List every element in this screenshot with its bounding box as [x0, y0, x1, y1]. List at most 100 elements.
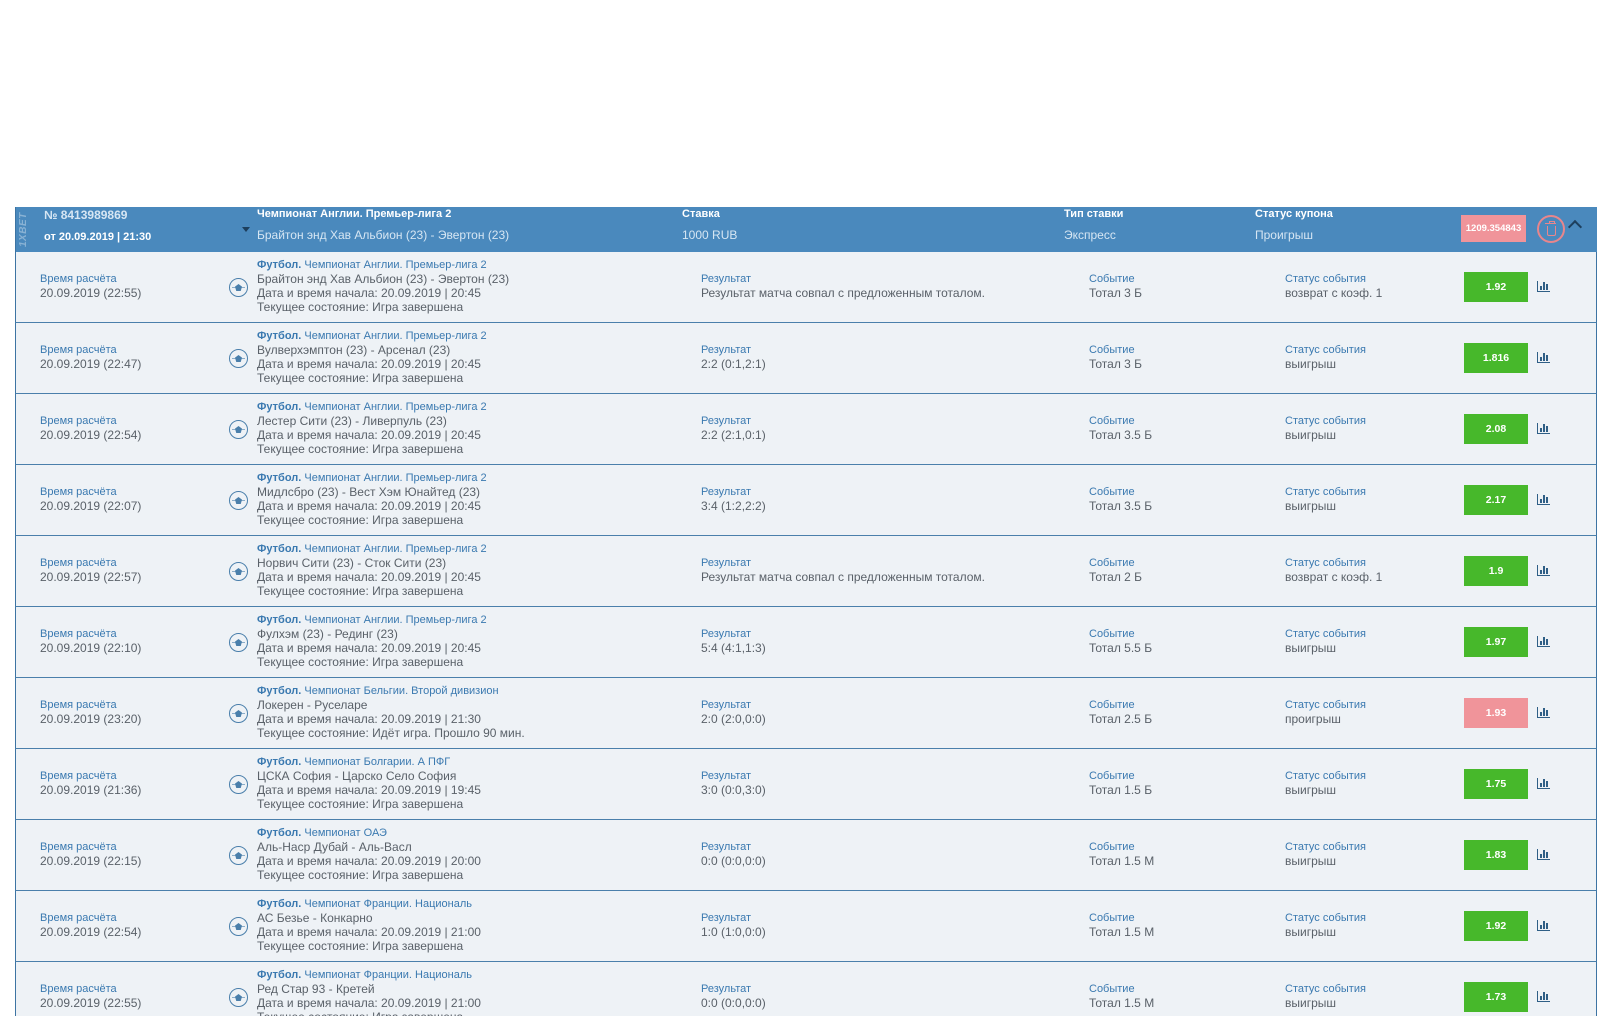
stats-chart-icon[interactable] — [1537, 707, 1550, 718]
match-name: Вулверхэмптон (23) - Арсенал (23) — [257, 343, 451, 357]
coefficient-badge: 1.816 — [1464, 343, 1528, 373]
stats-chart-icon[interactable] — [1537, 494, 1550, 505]
delete-button[interactable] — [1537, 215, 1565, 243]
stats-chart-icon[interactable] — [1537, 920, 1550, 931]
match-name: Локерен - Руселаре — [257, 698, 368, 712]
football-icon — [229, 775, 248, 794]
start-time: Дата и время начала: 20.09.2019 | 21:00 — [257, 925, 481, 939]
calc-time-value: 20.09.2019 (22:55) — [40, 996, 142, 1010]
league-line[interactable]: Футбол. Чемпионат Бельгии. Второй дивизи… — [257, 684, 677, 698]
sport-name: Футбол. — [257, 827, 302, 839]
event-status-label: Статус события — [1285, 628, 1366, 640]
event-value: Тотал 1.5 Б — [1089, 783, 1153, 797]
current-state: Текущее состояние: Игра завершена — [257, 584, 464, 598]
calc-time-value: 20.09.2019 (22:10) — [40, 641, 142, 655]
match-name: Мидлсбро (23) - Вест Хэм Юнайтед (23) — [257, 485, 481, 499]
event-status-label: Статус события — [1285, 912, 1366, 924]
calc-time-label: Время расчёта — [40, 273, 117, 285]
event-value: Тотал 3 Б — [1089, 286, 1143, 300]
event-status-value: выигрыш — [1285, 357, 1337, 371]
league-line[interactable]: Футбол. Чемпионат Англии. Премьер-лига 2 — [257, 400, 677, 414]
coefficient-badge: 1.92 — [1464, 272, 1528, 302]
coefficient-badge: 1.92 — [1464, 911, 1528, 941]
current-state: Текущее состояние: Игра завершена — [257, 300, 464, 314]
match-name: Лестер Сити (23) - Ливерпуль (23) — [257, 414, 447, 428]
result-label: Результат — [701, 415, 752, 427]
stats-chart-icon[interactable] — [1537, 281, 1550, 292]
sum-badge: 1209.354843 — [1461, 215, 1526, 242]
event-value: Тотал 3.5 Б — [1089, 499, 1153, 513]
football-icon — [229, 917, 248, 936]
stats-chart-icon[interactable] — [1537, 352, 1550, 363]
event-row: Время расчёта 20.09.2019 (22:10) Футбол.… — [15, 607, 1597, 678]
trash-icon — [1544, 220, 1556, 236]
event-status-value: выигрыш — [1285, 783, 1337, 797]
calc-time-value: 20.09.2019 (23:20) — [40, 712, 142, 726]
league-line[interactable]: Футбол. Чемпионат Франции. Националь — [257, 968, 677, 982]
league-line[interactable]: Футбол. Чемпионат ОАЭ — [257, 826, 677, 840]
calc-time-value: 20.09.2019 (21:36) — [40, 783, 142, 797]
league-name: Чемпионат Англии. Премьер-лига 2 — [304, 330, 487, 342]
calc-time-value: 20.09.2019 (22:57) — [40, 570, 142, 584]
league-name: Чемпионат Бельгии. Второй дивизион — [304, 685, 499, 697]
league-line[interactable]: Футбол. Чемпионат Франции. Националь — [257, 897, 677, 911]
event-value: Тотал 1.5 М — [1089, 996, 1155, 1010]
sport-name: Футбол. — [257, 472, 302, 484]
event-row: Время расчёта 20.09.2019 (21:36) Футбол.… — [15, 749, 1597, 820]
calc-time-value: 20.09.2019 (22:15) — [40, 854, 142, 868]
start-time: Дата и время начала: 20.09.2019 | 20:45 — [257, 357, 481, 371]
start-time: Дата и время начала: 20.09.2019 | 20:45 — [257, 428, 481, 442]
stats-chart-icon[interactable] — [1537, 849, 1550, 860]
league-line[interactable]: Футбол. Чемпионат Англии. Премьер-лига 2 — [257, 613, 677, 627]
league-name: Чемпионат Франции. Националь — [304, 898, 472, 910]
league-line[interactable]: Футбол. Чемпионат Англии. Премьер-лига 2 — [257, 258, 677, 272]
start-time: Дата и время начала: 20.09.2019 | 20:45 — [257, 570, 481, 584]
event-status-label: Статус события — [1285, 344, 1366, 356]
event-label: Событие — [1089, 415, 1135, 427]
football-icon — [229, 988, 248, 1007]
stats-chart-icon[interactable] — [1537, 636, 1550, 647]
league-line[interactable]: Футбол. Чемпионат Англии. Премьер-лига 2 — [257, 329, 677, 343]
event-value: Тотал 3 Б — [1089, 357, 1143, 371]
event-status-label: Статус события — [1285, 273, 1366, 285]
coupon-status-value: Проигрыш — [1255, 228, 1313, 242]
start-time: Дата и время начала: 20.09.2019 | 20:45 — [257, 641, 481, 655]
event-status-value: проигрыш — [1285, 712, 1341, 726]
event-row: Время расчёта 20.09.2019 (22:55) Футбол.… — [15, 962, 1597, 1016]
current-state: Текущее состояние: Игра завершена — [257, 442, 464, 456]
current-state: Текущее состояние: Игра завершена — [257, 868, 464, 882]
event-row: Время расчёта 20.09.2019 (22:07) Футбол.… — [15, 465, 1597, 536]
match-name: Брайтон энд Хав Альбион (23) - Эвертон (… — [257, 272, 510, 286]
result-value: 3:0 (0:0,3:0) — [701, 783, 766, 797]
calc-time-label: Время расчёта — [40, 983, 117, 995]
result-label: Результат — [701, 841, 752, 853]
coupon-header[interactable]: 1XBET № 8413989869 от 20.09.2019 | 21:30… — [15, 207, 1597, 252]
calc-time-label: Время расчёта — [40, 770, 117, 782]
caret-down-icon[interactable] — [242, 227, 250, 232]
coefficient-badge: 2.17 — [1464, 485, 1528, 515]
stats-chart-icon[interactable] — [1537, 778, 1550, 789]
event-label: Событие — [1089, 912, 1135, 924]
football-icon — [229, 633, 248, 652]
stake-value: 1000 RUB — [682, 228, 738, 242]
result-label: Результат — [701, 486, 752, 498]
event-status-label: Статус события — [1285, 557, 1366, 569]
events-list: Время расчёта 20.09.2019 (22:55) Футбол.… — [15, 252, 1597, 1016]
league-name: Чемпионат Болгарии. А ПФГ — [304, 756, 451, 768]
calc-time-label: Время расчёта — [40, 344, 117, 356]
league-name: Чемпионат Франции. Националь — [304, 969, 472, 981]
league-line[interactable]: Футбол. Чемпионат Болгарии. А ПФГ — [257, 755, 677, 769]
league-line[interactable]: Футбол. Чемпионат Англии. Премьер-лига 2 — [257, 471, 677, 485]
chevron-up-icon[interactable] — [1567, 219, 1583, 235]
event-value: Тотал 1.5 М — [1089, 925, 1155, 939]
start-time: Дата и время начала: 20.09.2019 | 21:30 — [257, 712, 481, 726]
league-line[interactable]: Футбол. Чемпионат Англии. Премьер-лига 2 — [257, 542, 677, 556]
stats-chart-icon[interactable] — [1537, 991, 1550, 1002]
stats-chart-icon[interactable] — [1537, 423, 1550, 434]
event-label: Событие — [1089, 699, 1135, 711]
league-name: Чемпионат Англии. Премьер-лига 2 — [304, 543, 487, 555]
stats-chart-icon[interactable] — [1537, 565, 1550, 576]
event-status-value: выигрыш — [1285, 854, 1337, 868]
current-state: Текущее состояние: Игра завершена — [257, 1010, 677, 1016]
event-status-label: Статус события — [1285, 841, 1366, 853]
